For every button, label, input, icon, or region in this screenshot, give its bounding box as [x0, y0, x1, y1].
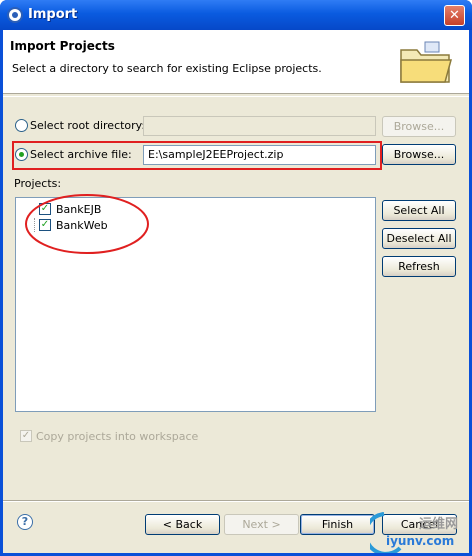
next-button[interactable]: Next >	[224, 514, 299, 535]
footer-separator-highlight	[3, 501, 469, 502]
copy-projects-checkbox[interactable]: ✓	[20, 430, 32, 442]
title-bar[interactable]: Import ✕	[0, 0, 472, 30]
projects-label: Projects:	[14, 177, 62, 190]
root-directory-label: Select root directory:	[30, 119, 146, 132]
archive-file-field[interactable]: E:\sampleJ2EEProject.zip	[143, 145, 376, 165]
back-button[interactable]: < Back	[145, 514, 220, 535]
refresh-button[interactable]: Refresh	[382, 256, 456, 277]
archive-file-label: Select archive file:	[30, 148, 132, 161]
banner-separator	[3, 96, 469, 97]
root-directory-radio[interactable]	[15, 119, 28, 132]
close-button[interactable]: ✕	[444, 5, 465, 26]
archive-browse-button[interactable]: Browse...	[382, 144, 456, 165]
page-title: Import Projects	[10, 39, 115, 53]
root-directory-field[interactable]	[143, 116, 376, 136]
eclipse-icon	[7, 7, 23, 23]
page-description: Select a directory to search for existin…	[12, 62, 322, 75]
deselect-all-button[interactable]: Deselect All	[382, 228, 456, 249]
select-all-button[interactable]: Select All	[382, 200, 456, 221]
import-dialog: Import ✕ Import Projects Select a direct…	[0, 0, 472, 556]
watermark-url: iyunv.com	[386, 534, 455, 548]
copy-projects-label: Copy projects into workspace	[36, 430, 199, 443]
highlight-annotation-projects	[25, 194, 149, 254]
window-title: Import	[28, 7, 78, 22]
wizard-banner: Import Projects Select a directory to se…	[3, 30, 469, 94]
root-browse-button[interactable]: Browse...	[382, 116, 456, 137]
finish-button[interactable]: Finish	[300, 514, 375, 535]
archive-file-radio[interactable]	[15, 148, 28, 161]
watermark-text: 运维网	[419, 517, 459, 532]
dialog-client-area: Import Projects Select a directory to se…	[3, 30, 469, 553]
folder-icon	[400, 41, 452, 83]
help-icon[interactable]: ?	[17, 514, 33, 530]
